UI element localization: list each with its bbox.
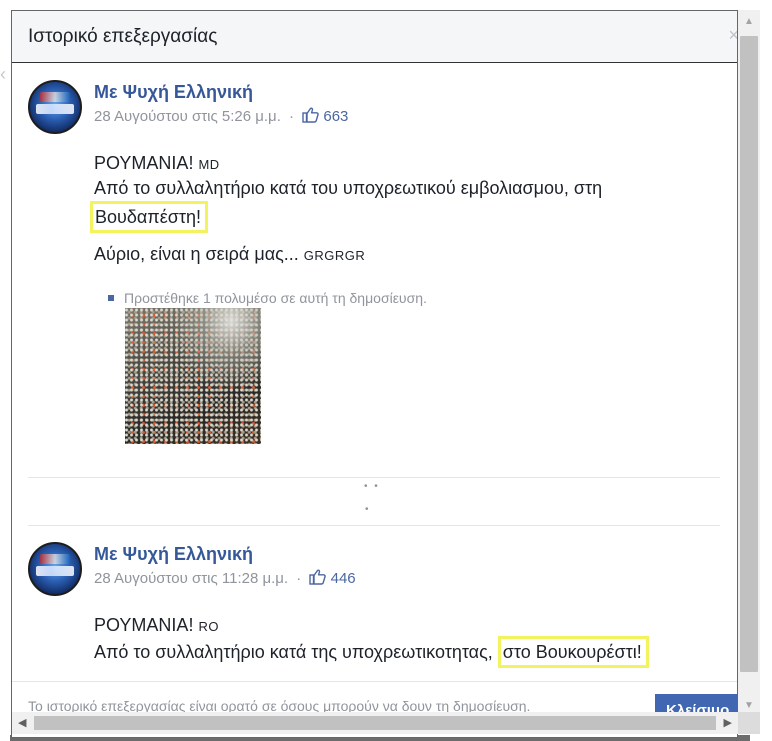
post-author-link[interactable]: Με Ψυχή Ελληνική [94, 544, 253, 565]
scroll-left-arrow-icon[interactable]: ◀ [18, 716, 26, 729]
avatar-flag-graphic [40, 554, 70, 564]
media-added-note: Προστέθηκε 1 πολυμέσο σε αυτή τη δημοσίε… [108, 290, 427, 306]
post-author-link[interactable]: Με Ψυχή Ελληνική [94, 82, 253, 103]
scroll-right-arrow-icon[interactable]: ▶ [724, 716, 732, 729]
post-line: Βουδαπέστη! [90, 201, 208, 233]
flag-tag: GRGRGR [303, 248, 366, 263]
post-timestamp[interactable]: 28 Αυγούστου στις 5:26 μ.μ. [94, 108, 281, 125]
post-line: Από το συλλαλητήριο κατά της υποχρεωτικο… [94, 636, 649, 668]
post-text: ΡΟΥΜΑΝΙΑ! [94, 153, 194, 173]
horizontal-scrollbar[interactable]: ◀ ▶ [12, 712, 738, 734]
post-version-1: Με Ψυχή Ελληνική 28 Αυγούστου στις 5:26 … [28, 80, 720, 460]
post-text: Από το συλλαλητήριο κατά της υποχρεωτικο… [94, 642, 493, 662]
collapsed-versions-dots-icon[interactable]: • • [364, 481, 380, 492]
flag-tag: RO [198, 619, 219, 634]
avatar[interactable] [28, 542, 82, 596]
scrollbar-corner [738, 712, 760, 734]
dialog-title: Ιστορικό επεξεργασίας [28, 26, 218, 47]
divider [28, 477, 720, 478]
divider [28, 525, 720, 526]
edit-history-dialog: Ιστορικό επεξεργασίας × Με Ψυχή Ελληνική… [11, 10, 738, 738]
scroll-up-arrow-icon[interactable]: ▲ [744, 16, 754, 27]
close-icon[interactable]: × [728, 25, 737, 46]
post-version-2: Με Ψυχή Ελληνική 28 Αυγούστου στις 11:28… [28, 542, 720, 682]
like-count[interactable]: 446 [331, 570, 356, 587]
flag-tag: MD [198, 157, 220, 172]
bullet-icon [108, 295, 114, 301]
meta-separator: · [289, 108, 295, 125]
media-thumbnail[interactable] [125, 308, 261, 444]
avatar-banner-graphic [36, 104, 74, 114]
avatar-banner-graphic [36, 566, 74, 576]
dialog-header: Ιστορικό επεξεργασίας × [12, 11, 737, 63]
post-line: Από το συλλαλητήριο κατά του υποχρεωτικο… [94, 178, 603, 198]
post-meta: 28 Αυγούστου στις 5:26 μ.μ. · 663 [94, 107, 348, 125]
post-line: ΡΟΥΜΑΝΙΑ! MD [94, 151, 220, 177]
vertical-scrollbar[interactable]: ▲ ▼ [738, 10, 760, 715]
avatar-flag-graphic [40, 92, 70, 102]
post-line: Αύριο, είναι η σειρά μας... GRGRGR [94, 242, 365, 268]
scroll-down-arrow-icon[interactable]: ▼ [744, 700, 754, 711]
post-timestamp[interactable]: 28 Αυγούστου στις 11:28 μ.μ. [94, 570, 288, 587]
highlighted-change: στο Βουκουρέστι! [497, 636, 649, 668]
avatar[interactable] [28, 80, 82, 134]
post-meta: 28 Αυγούστου στις 11:28 μ.μ. · 446 [94, 569, 356, 587]
post-text: ΡΟΥΜΑΝΙΑ! [94, 615, 194, 635]
left-chevron-icon: ‹ [0, 64, 6, 84]
highlighted-change: Βουδαπέστη! [90, 201, 208, 233]
horizontal-scroll-thumb[interactable] [34, 716, 716, 730]
collapsed-versions-dot-icon[interactable]: • [365, 504, 371, 515]
like-count[interactable]: 663 [323, 108, 348, 125]
like-icon [309, 569, 327, 585]
page-backdrop-left: ‹ [0, 0, 10, 741]
like-icon [302, 107, 319, 123]
meta-separator: · [296, 570, 302, 587]
media-note-text: Προστέθηκε 1 πολυμέσο σε αυτή τη δημοσίε… [124, 290, 427, 306]
post-text: Αύριο, είναι η σειρά μας... [94, 244, 299, 264]
page-backdrop-right [760, 0, 772, 741]
vertical-scroll-thumb[interactable] [740, 36, 758, 672]
